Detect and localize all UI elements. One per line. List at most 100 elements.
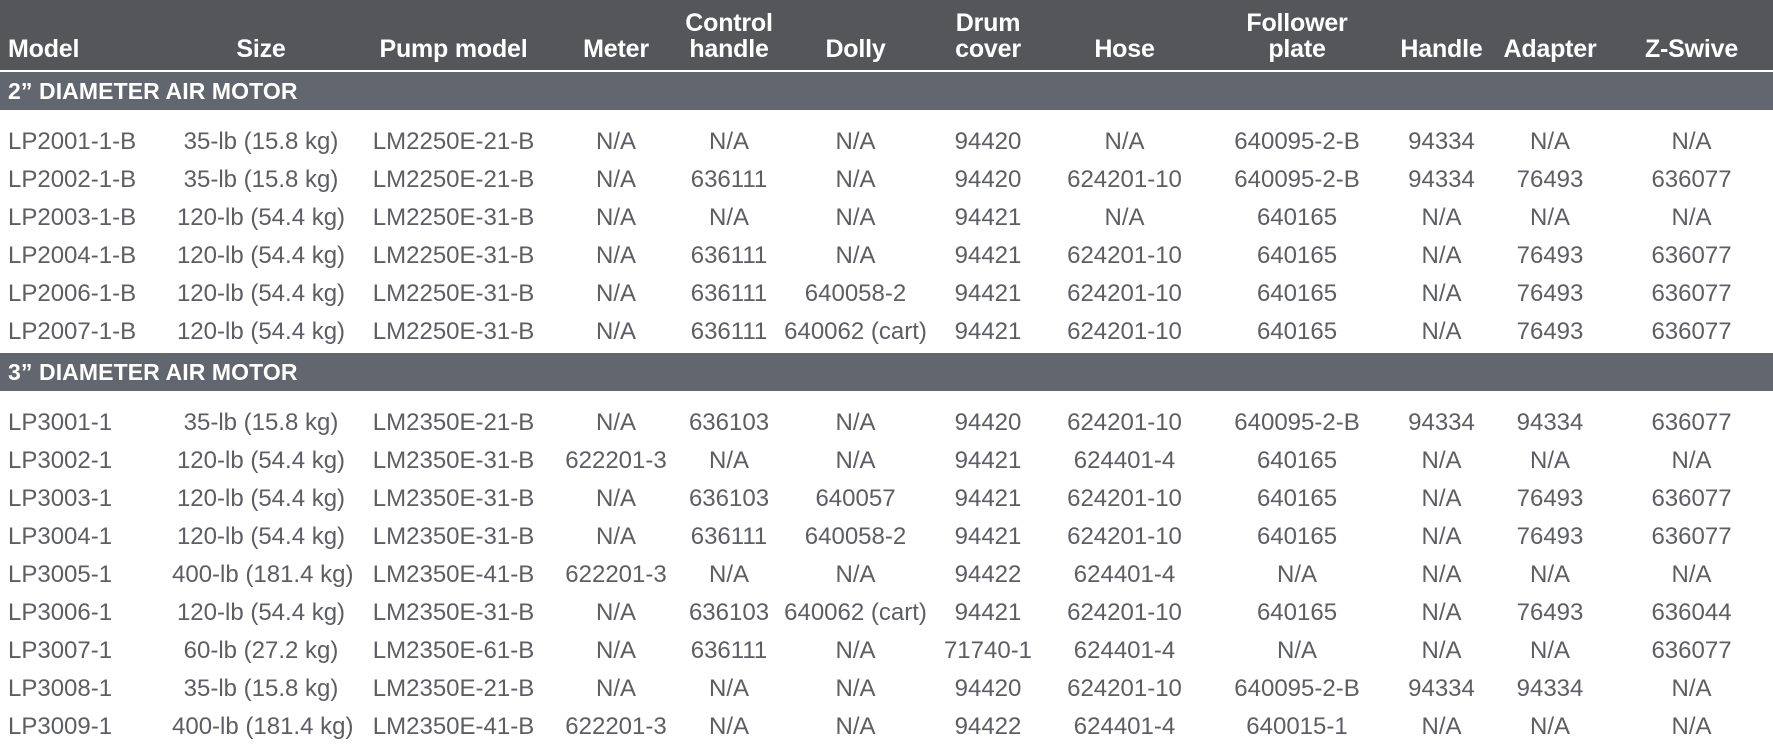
column-header-line2: plate	[1268, 35, 1326, 63]
cell-control_handle: N/A	[675, 556, 783, 594]
cell-adapter: N/A	[1490, 708, 1610, 746]
column-header-line2: Adapter	[1503, 35, 1597, 63]
cell-pump_model: LM2350E-31-B	[350, 480, 557, 518]
column-header-model: Model	[0, 0, 172, 71]
cell-hose: 624401-4	[1048, 632, 1201, 670]
cell-size: 120-lb (54.4 kg)	[172, 518, 350, 556]
table-body: 2” DIAMETER AIR MOTOR LP2001-1-B 35-lb (15…	[0, 70, 1773, 746]
cell-pump_model: LM2350E-61-B	[350, 632, 557, 670]
cell-meter: N/A	[557, 161, 675, 199]
column-header-control_handle: Control handle	[675, 0, 783, 71]
cell-size: 400-lb (181.4 kg)	[172, 556, 353, 594]
cell-follower_plate: 640165	[1201, 199, 1393, 237]
column-header-line2: Meter	[583, 35, 649, 63]
cell-model: LP3004-1	[0, 518, 172, 556]
cell-meter: N/A	[557, 123, 675, 161]
cell-adapter: N/A	[1490, 442, 1610, 480]
table-row: LP2003-1-B 120-lb (54.4 kg) LM2250E-31-B N/…	[0, 199, 1773, 237]
cell-drum_cover: 94421	[928, 594, 1048, 632]
cell-adapter: N/A	[1490, 556, 1610, 594]
cell-hose: 624201-10	[1048, 237, 1201, 275]
cell-meter: N/A	[557, 199, 675, 237]
cell-hose: 624401-4	[1048, 442, 1201, 480]
cell-follower_plate: 640015-1	[1201, 708, 1393, 746]
cell-dolly: N/A	[783, 556, 928, 594]
cell-pump_model: LM2250E-31-B	[350, 199, 557, 237]
cell-hose: 624201-10	[1048, 161, 1201, 199]
cell-model: LP3002-1	[0, 442, 172, 480]
cell-meter: 622201-3	[557, 708, 675, 746]
cell-model: LP2006-1-B	[0, 275, 172, 313]
cell-drum_cover: 71740-1	[928, 632, 1048, 670]
cell-z_swivel: 636077	[1610, 313, 1773, 352]
cell-size: 120-lb (54.4 kg)	[172, 275, 350, 313]
column-header-follower_plate: Follower plate	[1201, 0, 1393, 71]
cell-meter: N/A	[557, 594, 675, 632]
cell-meter: 622201-3	[557, 442, 675, 480]
table-row: LP2004-1-B 120-lb (54.4 kg) LM2250E-31-B N/…	[0, 237, 1773, 275]
section-spacer-cell	[0, 392, 1773, 404]
cell-adapter: N/A	[1490, 199, 1610, 237]
cell-z_swivel: 636077	[1610, 480, 1773, 518]
cell-dolly: N/A	[783, 161, 928, 199]
cell-handle: N/A	[1393, 708, 1490, 746]
cell-dolly: N/A	[783, 123, 928, 161]
cell-size: 35-lb (15.8 kg)	[172, 161, 350, 199]
cell-size: 35-lb (15.8 kg)	[172, 123, 350, 161]
cell-model: LP2001-1-B	[0, 123, 172, 161]
table-row: LP3009-1 400-lb (181.4 kg) LM2350E-41-B 622…	[0, 708, 1773, 746]
cell-meter: N/A	[557, 313, 675, 352]
cell-model: LP3008-1	[0, 670, 172, 708]
cell-size: 120-lb (54.4 kg)	[172, 313, 350, 352]
cell-dolly: N/A	[783, 404, 928, 442]
cell-drum_cover: 94421	[928, 237, 1048, 275]
cell-hose: 624201-10	[1048, 404, 1201, 442]
cell-adapter: 76493	[1490, 275, 1610, 313]
cell-meter: N/A	[557, 480, 675, 518]
cell-meter: N/A	[557, 237, 675, 275]
cell-control_handle: 636111	[675, 313, 783, 352]
cell-adapter: N/A	[1490, 632, 1610, 670]
cell-control_handle: N/A	[675, 708, 783, 746]
column-header-line2: Dolly	[825, 35, 886, 63]
cell-drum_cover: 94421	[928, 313, 1048, 352]
table-header-row: Model Size Pump model Meter Control handle Dol…	[0, 0, 1773, 71]
table-row: LP3003-1 120-lb (54.4 kg) LM2350E-31-B N/A 6…	[0, 480, 1773, 518]
cell-dolly: N/A	[783, 199, 928, 237]
cell-pump_model: LM2350E-31-B	[350, 518, 557, 556]
cell-size: 60-lb (27.2 kg)	[172, 632, 350, 670]
section-header-row: 2” DIAMETER AIR MOTOR	[0, 70, 1773, 112]
cell-drum_cover: 94420	[928, 123, 1048, 161]
cell-adapter: 76493	[1490, 161, 1610, 199]
cell-drum_cover: 94420	[928, 161, 1048, 199]
cell-drum_cover: 94421	[928, 442, 1048, 480]
cell-z_swivel: 636077	[1610, 632, 1773, 670]
column-header-pump_model: Pump model	[350, 0, 557, 71]
cell-size: 120-lb (54.4 kg)	[172, 199, 350, 237]
cell-drum_cover: 94422	[928, 708, 1048, 746]
cell-hose: 624201-10	[1048, 670, 1201, 708]
column-header-line2: Model	[8, 35, 80, 63]
cell-pump_model: LM2350E-41-B	[350, 556, 557, 594]
cell-model: LP3001-1	[0, 404, 172, 442]
column-header-line2: Size	[236, 35, 286, 63]
section-title: 3” DIAMETER AIR MOTOR	[0, 351, 1773, 393]
section-spacer	[0, 392, 1773, 404]
cell-dolly: N/A	[783, 237, 928, 275]
cell-adapter: 76493	[1490, 594, 1610, 632]
column-header-hose: Hose	[1048, 0, 1201, 71]
table-row: LP3002-1 120-lb (54.4 kg) LM2350E-31-B 6222…	[0, 442, 1773, 480]
cell-pump_model: LM2350E-31-B	[350, 594, 557, 632]
cell-handle: 94334	[1393, 670, 1490, 708]
cell-control_handle: 636111	[675, 518, 783, 556]
column-header-size: Size	[172, 0, 350, 71]
cell-follower_plate: 640165	[1201, 442, 1393, 480]
cell-model: LP2007-1-B	[0, 313, 172, 352]
table-header: Model Size Pump model Meter Control handle Dol…	[0, 0, 1773, 71]
cell-size: 120-lb (54.4 kg)	[172, 237, 350, 275]
cell-model: LP3006-1	[0, 594, 172, 632]
cell-pump_model: LM2250E-31-B	[350, 237, 557, 275]
column-header-line2: Handle	[1400, 35, 1483, 63]
cell-z_swivel: 636077	[1610, 404, 1773, 442]
cell-handle: N/A	[1393, 199, 1490, 237]
